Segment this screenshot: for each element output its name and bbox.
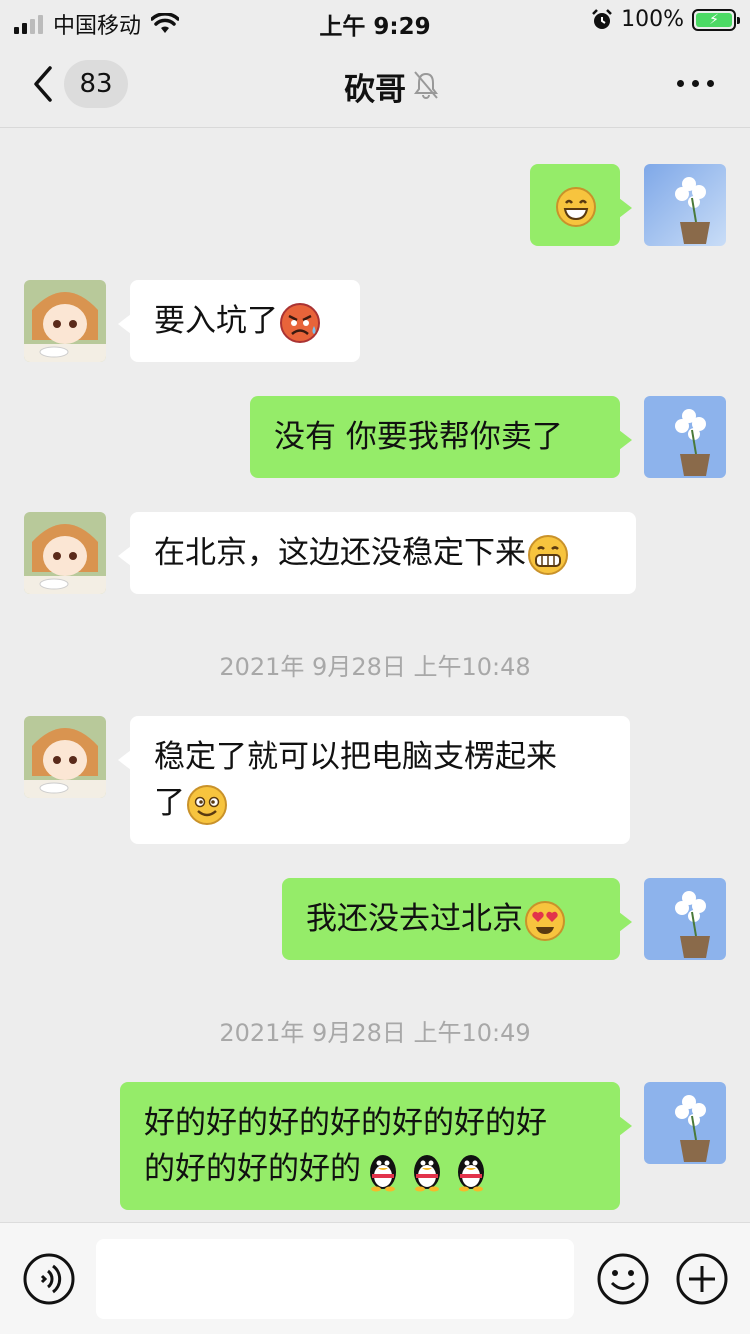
status-bar: 中国移动 上午 9:29 100% ⚡ (0, 0, 750, 40)
alarm-icon (592, 8, 612, 29)
my-avatar[interactable] (644, 396, 726, 478)
status-right: 100% ⚡ (591, 7, 740, 32)
battery-percent: 100% (621, 7, 684, 32)
emoji-icon[interactable] (596, 1252, 650, 1306)
friend-avatar[interactable] (24, 512, 106, 594)
message-text-line: 稳定了就可以把电脑支楞起来 (154, 739, 557, 775)
plus-icon[interactable] (675, 1252, 729, 1306)
friend-avatar[interactable] (24, 280, 106, 362)
message-bubble[interactable]: 稳定了就可以把电脑支楞起来 了 (118, 716, 630, 844)
message-text: 我还没去过北京 (306, 901, 523, 937)
chat-title: 砍哥 (344, 72, 406, 108)
message-bubble[interactable]: 在北京，这边还没稳定下来 (118, 512, 636, 594)
more-icon[interactable] (677, 80, 714, 87)
my-avatar[interactable] (644, 164, 726, 246)
battery-icon: ⚡ (692, 8, 740, 31)
angry-sweat-icon (280, 302, 320, 343)
message-bubble[interactable]: 好的好的好的好的好的好的好 的好的好的好的 (120, 1082, 632, 1210)
friend-avatar[interactable] (24, 716, 106, 798)
voice-icon[interactable] (22, 1252, 76, 1306)
my-avatar[interactable] (644, 1082, 726, 1164)
grin-icon (556, 186, 596, 227)
message-bubble[interactable] (530, 164, 632, 246)
message-text-line: 了 (154, 785, 185, 821)
message-text-line: 好的好的好的好的好的好的好 (144, 1105, 547, 1141)
chat-nav-bar: 83 砍哥 (0, 44, 750, 128)
message-bubble[interactable]: 没有 你要我帮你卖了 (250, 396, 632, 478)
mute-bell-icon (414, 71, 438, 99)
penguin-icon (370, 1154, 396, 1191)
grimace-icon (528, 534, 568, 575)
heart-eyes-icon (525, 900, 565, 941)
timestamp: 2021年 9月28日 上午10:48 (219, 653, 531, 681)
message-text: 在北京，这边还没稳定下来 (154, 535, 526, 571)
dizzy-smile-icon (187, 784, 227, 825)
message-text-line: 的好的好的好的 (144, 1151, 361, 1187)
timestamp: 2021年 9月28日 上午10:49 (219, 1019, 531, 1047)
message-bubble[interactable]: 我还没去过北京 (282, 878, 632, 960)
message-input[interactable] (96, 1239, 574, 1319)
message-bubble[interactable]: 要入坑了 (118, 280, 360, 362)
penguin-icon (458, 1154, 484, 1191)
my-avatar[interactable] (644, 878, 726, 960)
penguin-icon (414, 1154, 440, 1191)
message-text: 没有 你要我帮你卖了 (274, 419, 563, 455)
message-text: 要入坑了 (154, 303, 278, 339)
input-bar (0, 1222, 750, 1334)
